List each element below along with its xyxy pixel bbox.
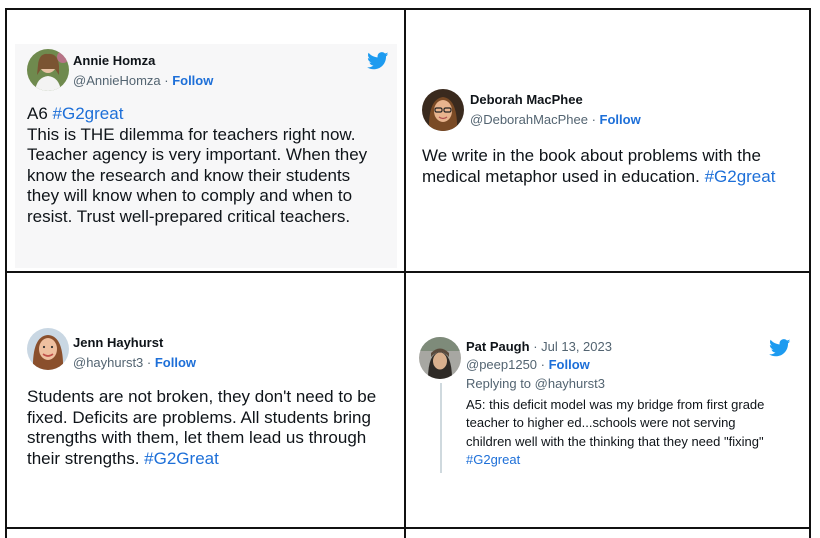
- tweet-line: A5: this deficit model was my bridge fro…: [466, 397, 765, 412]
- tweet-card-jenn[interactable]: Jenn Hayhurst @hayhurst3 · Follow Studen…: [7, 273, 404, 527]
- tweet-text: Students are not broken, they don't need…: [27, 387, 399, 469]
- tweet-line: A6 #G2great: [27, 104, 392, 125]
- separator: ·: [160, 73, 173, 88]
- replying-to-label: Replying to @hayhurst3: [466, 376, 605, 391]
- tweet-line: their strengths. #G2Great: [27, 449, 399, 470]
- author-handle-line: @hayhurst3 · Follow: [73, 355, 196, 370]
- separator: ·: [537, 357, 549, 372]
- tweet-card-deborah[interactable]: Deborah MacPhee @DeborahMacPhee · Follow…: [406, 10, 809, 271]
- tweet-text: A6 #G2great This is THE dilemma for teac…: [27, 104, 392, 228]
- author-handle[interactable]: @peep1250: [466, 357, 537, 372]
- hashtag-link[interactable]: #G2great: [705, 167, 776, 186]
- tweet-text: A5: this deficit model was my bridge fro…: [466, 396, 806, 469]
- grid-bottom-line: [5, 527, 811, 529]
- hashtag-link[interactable]: #G2Great: [144, 449, 219, 468]
- thread-connector-line: [440, 383, 442, 473]
- hashtag-link[interactable]: #G2great: [466, 452, 520, 467]
- follow-link[interactable]: Follow: [155, 355, 196, 370]
- follow-link[interactable]: Follow: [549, 357, 590, 372]
- tweet-text: We write in the book about problems with…: [422, 146, 807, 187]
- hashtag-link[interactable]: #G2great: [53, 104, 124, 123]
- author-name[interactable]: Deborah MacPhee: [470, 92, 583, 107]
- text: A6: [27, 104, 53, 123]
- author-handle[interactable]: @AnnieHomza: [73, 73, 161, 88]
- tweet-line: children well with the thinking that the…: [466, 433, 764, 449]
- tweet-line: resist. Trust well-prepared critical tea…: [27, 206, 351, 226]
- tweet-line: Teacher agency is very important. When t…: [27, 145, 368, 165]
- separator: ·: [529, 339, 542, 354]
- separator: ·: [143, 355, 155, 370]
- author-name[interactable]: Pat Paugh: [466, 339, 530, 354]
- tweet-line: This is THE dilemma for teachers right n…: [27, 124, 356, 144]
- tweet-card-pat[interactable]: Pat Paugh · Jul 13, 2023 @peep1250 · Fol…: [406, 273, 809, 527]
- author-name[interactable]: Annie Homza: [73, 53, 155, 68]
- tweet-line: Students are not broken, they don't need…: [27, 387, 377, 406]
- author-handle[interactable]: @hayhurst3: [73, 355, 143, 370]
- follow-link[interactable]: Follow: [600, 112, 641, 127]
- tweet-line: they will know when to comply and when t…: [27, 186, 353, 206]
- author-handle-line: @AnnieHomza · Follow: [73, 73, 213, 88]
- author-handle-line: @peep1250 · Follow: [466, 357, 590, 372]
- tweet-line: medical metaphor used in education. #G2g…: [422, 167, 807, 188]
- twitter-bird-icon[interactable]: [769, 339, 791, 357]
- author-handle-line: @DeborahMacPhee · Follow: [470, 112, 641, 127]
- tweet-date[interactable]: Jul 13, 2023: [541, 339, 612, 354]
- avatar[interactable]: [419, 337, 461, 379]
- avatar[interactable]: [27, 328, 69, 370]
- grid-right-border: [809, 8, 811, 538]
- follow-link[interactable]: Follow: [172, 73, 213, 88]
- avatar[interactable]: [27, 49, 69, 91]
- tweet-line: teacher to higher ed...schools were not …: [466, 415, 736, 431]
- tweet-line: fixed. Deficits are problems. All studen…: [27, 407, 371, 427]
- tweet-line: strengths with them, let them lead us th…: [27, 428, 367, 448]
- twitter-bird-icon[interactable]: [367, 52, 389, 70]
- avatar[interactable]: [422, 89, 464, 131]
- author-name-line: Pat Paugh · Jul 13, 2023: [466, 339, 612, 354]
- text: medical metaphor used in education.: [422, 166, 705, 186]
- tweet-card-annie[interactable]: Annie Homza @AnnieHomza · Follow A6 #G2g…: [7, 10, 404, 271]
- separator: ·: [587, 112, 600, 127]
- text: their strengths.: [27, 448, 145, 468]
- tweet-line: know the research and know their student…: [27, 165, 351, 185]
- tweet-line: #G2great: [466, 451, 806, 469]
- author-name[interactable]: Jenn Hayhurst: [73, 335, 163, 350]
- author-handle[interactable]: @DeborahMacPhee: [470, 112, 588, 127]
- tweet-line: We write in the book about problems with…: [422, 146, 761, 165]
